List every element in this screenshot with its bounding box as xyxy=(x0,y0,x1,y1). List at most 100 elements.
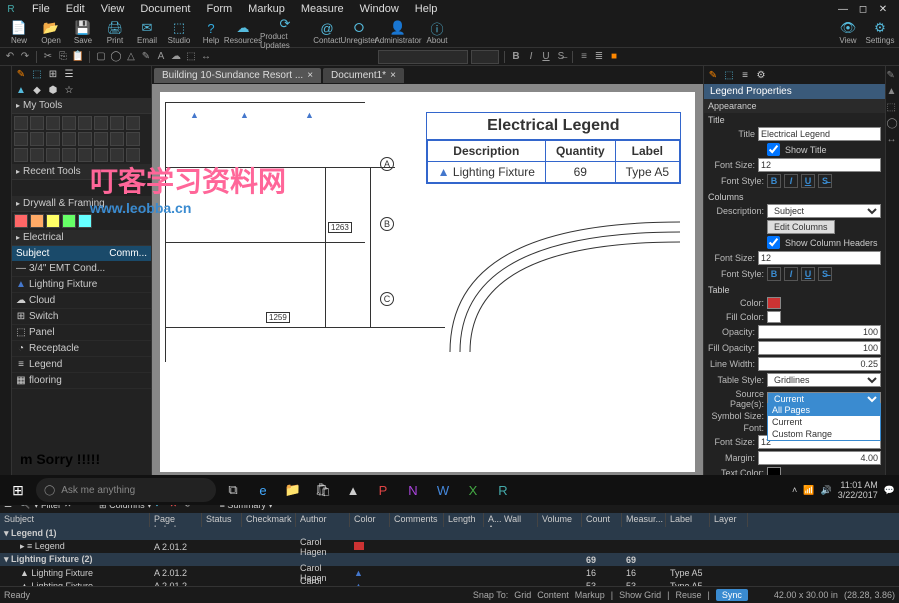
ribbon-settings[interactable]: ⚙Settings xyxy=(865,18,895,47)
explorer-icon[interactable]: 📁 xyxy=(280,477,306,503)
markup-row[interactable]: ▲ Lighting Fixture A 2.01.2 Carol Hagen … xyxy=(0,566,899,579)
fillopacity-input[interactable] xyxy=(758,341,881,355)
viewport[interactable]: A B C 1263 1259 ▲ ▲ ▲ Electrical Legend xyxy=(152,84,703,480)
powerpoint-icon[interactable]: P xyxy=(370,477,396,503)
ribbon-open[interactable]: 📂Open xyxy=(36,18,66,47)
edge-icon[interactable]: e xyxy=(250,477,276,503)
shape8-icon[interactable]: ↔ xyxy=(200,51,212,63)
lp-tool2-icon[interactable]: ⬚ xyxy=(30,67,44,81)
col-header[interactable]: Checkmark xyxy=(242,513,296,527)
underline-icon[interactable]: U xyxy=(540,51,552,63)
reuse-toggle[interactable]: Reuse xyxy=(676,590,702,600)
menu-help[interactable]: Help xyxy=(407,3,446,15)
font-size-select[interactable] xyxy=(471,50,499,64)
ribbon-updates[interactable]: ⟳Product Updates xyxy=(260,18,310,47)
list-item[interactable]: ◔Receptacle xyxy=(12,341,151,357)
legend-table[interactable]: Electrical Legend DescriptionQuantityLab… xyxy=(426,112,681,184)
ribbon-save[interactable]: 💾Save xyxy=(68,18,98,47)
shape5-icon[interactable]: A xyxy=(155,51,167,63)
ribbon-new[interactable]: 📄New xyxy=(4,18,34,47)
cut-icon[interactable]: ✂ xyxy=(42,51,54,63)
rt-icon[interactable]: ↔ xyxy=(887,134,899,146)
strike-button[interactable]: S̶ xyxy=(818,267,832,281)
tool-item[interactable] xyxy=(14,214,28,228)
col-header[interactable]: A... Wall Area xyxy=(484,513,538,527)
margin-input[interactable] xyxy=(758,451,881,465)
snap-grid[interactable]: Grid xyxy=(514,590,531,600)
notifications-icon[interactable]: 💬 xyxy=(884,485,895,496)
col-header[interactable]: Subject xyxy=(0,513,150,527)
shape4-icon[interactable]: ✎ xyxy=(140,51,152,63)
align-center-icon[interactable]: ≣ xyxy=(593,51,605,63)
tab-close-icon[interactable]: × xyxy=(390,70,396,81)
clock-time[interactable]: 11:01 AM xyxy=(838,480,878,490)
tool-item[interactable] xyxy=(62,214,76,228)
lp-tool7-icon[interactable]: ⬢ xyxy=(46,83,60,97)
tray-volume-icon[interactable]: 🔊 xyxy=(821,485,832,496)
lp-tool4-icon[interactable]: ☰ xyxy=(62,67,76,81)
tool-item[interactable] xyxy=(78,132,92,146)
tool-item[interactable] xyxy=(46,214,60,228)
underline-button[interactable]: U xyxy=(801,267,815,281)
tool-item[interactable] xyxy=(46,132,60,146)
col-header[interactable]: Layer xyxy=(710,513,748,527)
start-button[interactable]: ⊞ xyxy=(4,476,32,504)
rp-tab-icon[interactable]: ✎ xyxy=(706,68,720,82)
ribbon-unregister[interactable]: ⭘Unregister xyxy=(344,18,374,47)
ribbon-about[interactable]: ⓘAbout xyxy=(422,18,452,47)
tool-item[interactable] xyxy=(78,148,92,162)
dropdown-option[interactable]: All Pages xyxy=(768,404,880,416)
tool-item[interactable] xyxy=(62,116,76,130)
title-input[interactable] xyxy=(758,127,881,141)
ribbon-admin[interactable]: 👤Administrator xyxy=(376,18,420,47)
rp-tab-icon[interactable]: ≡ xyxy=(738,68,752,82)
paste-icon[interactable]: 📋 xyxy=(72,51,84,63)
list-item[interactable]: —3/4" EMT Cond... xyxy=(12,261,151,277)
shape1-icon[interactable]: ▢ xyxy=(95,51,107,63)
copy-icon[interactable]: ⎘ xyxy=(57,51,69,63)
bold-button[interactable]: B xyxy=(767,174,781,188)
opacity-input[interactable] xyxy=(758,325,881,339)
tool-item[interactable] xyxy=(30,214,44,228)
bold-button[interactable]: B xyxy=(767,267,781,281)
markup-row[interactable]: ▲ Lighting Fixture A 2.01.2 Carol Hagen … xyxy=(0,579,899,586)
italic-button[interactable]: I xyxy=(784,174,798,188)
store-icon[interactable]: 🛍 xyxy=(310,477,336,503)
ribbon-resources[interactable]: ☁Resources xyxy=(228,18,258,47)
mytools-header[interactable]: My Tools xyxy=(12,98,151,114)
tool-item[interactable] xyxy=(78,116,92,130)
col-header[interactable]: Comments xyxy=(390,513,444,527)
show-title-checkbox[interactable] xyxy=(767,143,780,156)
undo-icon[interactable]: ↶ xyxy=(4,51,16,63)
italic-icon[interactable]: I xyxy=(525,51,537,63)
lp-tool5-icon[interactable]: ▲ xyxy=(14,83,28,97)
menu-view[interactable]: View xyxy=(93,3,133,15)
tablestyle-select[interactable]: Gridlines xyxy=(767,373,881,387)
word-icon[interactable]: W xyxy=(430,477,456,503)
list-item[interactable]: ▦flooring xyxy=(12,373,151,389)
snap-markup[interactable]: Markup xyxy=(575,590,605,600)
menu-markup[interactable]: Markup xyxy=(240,3,293,15)
dropdown-option[interactable]: Current xyxy=(768,416,880,428)
col-header[interactable]: Status xyxy=(202,513,242,527)
redo-icon[interactable]: ↷ xyxy=(19,51,31,63)
tool-item[interactable] xyxy=(46,148,60,162)
tool-item[interactable] xyxy=(14,148,28,162)
tool-item[interactable] xyxy=(14,132,28,146)
tool-item[interactable] xyxy=(62,148,76,162)
tray-chevron-icon[interactable]: ˄ xyxy=(792,485,797,495)
revu-icon[interactable]: R xyxy=(490,477,516,503)
rp-tab-icon[interactable]: ⚙ xyxy=(754,68,768,82)
recent-header[interactable]: Recent Tools xyxy=(12,164,151,180)
tool-item[interactable] xyxy=(62,132,76,146)
menu-window[interactable]: Window xyxy=(352,3,407,15)
ribbon-print[interactable]: 🖨Print xyxy=(100,18,130,47)
tool-item[interactable] xyxy=(110,116,124,130)
show-headers-checkbox[interactable] xyxy=(767,236,780,249)
underline-button[interactable]: U xyxy=(801,174,815,188)
cortana-search[interactable]: ◯ Ask me anything xyxy=(36,478,216,502)
list-item[interactable]: ⊞Switch xyxy=(12,309,151,325)
showgrid-toggle[interactable]: Show Grid xyxy=(619,590,661,600)
bold-icon[interactable]: B xyxy=(510,51,522,63)
col-header[interactable]: Author xyxy=(296,513,350,527)
